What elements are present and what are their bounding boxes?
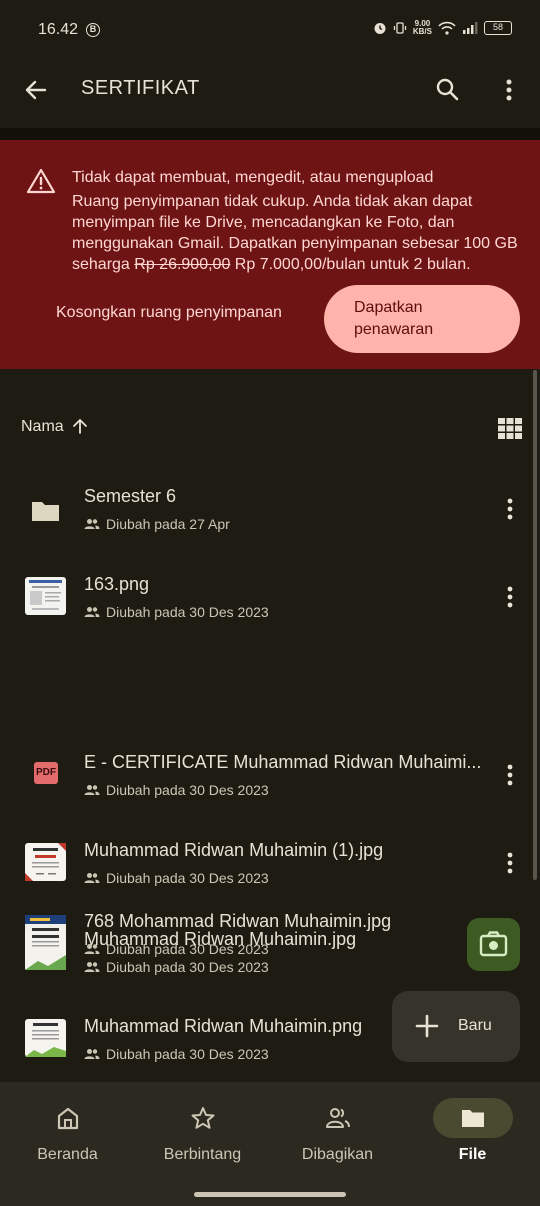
modified-date: Diubah pada 30 Des 2023 — [106, 604, 269, 620]
file-meta: Diubah pada 30 Des 2023 — [84, 870, 269, 886]
more-vert-icon[interactable] — [499, 582, 521, 612]
list-item[interactable]: PDF E - CERTIFICATE Muhammad Ridwan Muha… — [0, 738, 540, 818]
gesture-home-indicator[interactable] — [194, 1192, 346, 1197]
network-speed-unit: KB/S — [412, 27, 432, 36]
more-vert-icon[interactable] — [499, 760, 521, 790]
divider-strip — [0, 128, 540, 140]
pdf-icon: PDF — [34, 762, 58, 784]
nav-item-home[interactable]: Beranda — [0, 1082, 135, 1182]
wifi-icon — [438, 21, 456, 35]
free-up-space-button[interactable]: Kosongkan ruang penyimpanan — [56, 304, 282, 322]
scan-camera-button[interactable] — [467, 918, 520, 971]
back-button[interactable] — [18, 72, 54, 108]
file-meta: Diubah pada 30 Des 2023 — [84, 959, 269, 975]
file-meta: Diubah pada 30 Des 2023 — [84, 1046, 269, 1062]
shared-people-icon — [84, 1049, 100, 1059]
nav-label: Berbintang — [163, 1146, 242, 1163]
list-item[interactable]: 163.png Diubah pada 30 Des 2023 — [0, 560, 540, 640]
alarm-icon — [374, 23, 386, 34]
modified-date: Diubah pada 30 Des 2023 — [106, 782, 269, 798]
image-thumbnail — [25, 577, 66, 615]
new-button[interactable]: Baru — [392, 991, 520, 1062]
file-meta: Diubah pada 30 Des 2023 — [84, 604, 269, 620]
banner-body-price: Rp 7.000,00/bulan untuk 2 bulan. — [230, 256, 471, 273]
bottom-navigation: Beranda Berbintang Dibagikan File — [0, 1082, 540, 1206]
shared-people-icon — [84, 519, 100, 529]
more-vert-icon[interactable] — [499, 848, 521, 878]
file-name: Muhammad Ridwan Muhaimin (1).jpg — [84, 840, 384, 860]
nav-item-starred[interactable]: Berbintang — [135, 1082, 270, 1182]
file-name: Muhammad Ridwan Muhaimin.jpg — [84, 929, 357, 949]
nav-icon-container — [163, 1098, 243, 1138]
status-time: 16.42 — [38, 21, 79, 38]
home-icon — [57, 1107, 78, 1130]
list-item[interactable]: Semester 6 Diubah pada 27 Apr — [0, 470, 540, 550]
nav-item-shared[interactable]: Dibagikan — [270, 1082, 405, 1182]
vibrate-icon — [393, 22, 407, 34]
nav-icon-container — [28, 1098, 108, 1138]
shared-icon — [325, 1108, 350, 1128]
arrow-up-icon[interactable] — [70, 416, 90, 436]
nav-label: Beranda — [37, 1146, 98, 1163]
modified-date: Diubah pada 27 Apr — [106, 516, 230, 532]
pdf-badge: PDF — [36, 767, 56, 778]
star-icon — [191, 1107, 214, 1129]
get-offer-button[interactable]: Dapatkan penawaran — [324, 285, 520, 353]
signal-icon — [463, 22, 478, 34]
modified-date: Diubah pada 30 Des 2023 — [106, 959, 269, 975]
shared-people-icon — [84, 962, 100, 972]
modified-date: Diubah pada 30 Des 2023 — [106, 1046, 269, 1062]
network-speed: 9.00 KB/S — [413, 20, 432, 36]
get-offer-label: Dapatkan penawaran — [354, 299, 434, 338]
sort-by-name-button[interactable]: Nama — [21, 418, 64, 436]
old-price: Rp 26.900,00 — [134, 256, 231, 273]
banner-body: Ruang penyimpanan tidak cukup. Anda tida… — [72, 191, 524, 275]
file-name: Semester 6 — [84, 486, 177, 506]
arrow-back-icon — [25, 80, 47, 100]
shared-people-icon — [84, 607, 100, 617]
camera-icon — [479, 931, 508, 957]
nav-icon-container — [298, 1098, 378, 1138]
notification-b-icon: B — [86, 23, 100, 37]
file-name: 163.png — [84, 574, 150, 594]
file-meta: Diubah pada 30 Des 2023 — [84, 782, 269, 798]
app-bar: SERTIFIKAT — [0, 60, 540, 120]
list-item[interactable]: Muhammad Ridwan Muhaimin (1).jpg Diubah … — [0, 826, 540, 906]
storage-warning-banner: Tidak dapat membuat, mengedit, atau meng… — [0, 140, 540, 369]
nav-label: File — [458, 1146, 487, 1163]
page-title: SERTIFIKAT — [81, 77, 200, 99]
shared-people-icon — [84, 873, 100, 883]
file-meta: Diubah pada 27 Apr — [84, 516, 230, 532]
more-options-button[interactable] — [492, 72, 528, 108]
new-button-label: Baru — [458, 1017, 492, 1034]
nav-label: Dibagikan — [301, 1146, 374, 1163]
search-button[interactable] — [430, 72, 466, 108]
grid-view-icon[interactable] — [497, 417, 523, 439]
sort-row: Nama — [0, 410, 540, 446]
folder-icon — [32, 502, 59, 521]
file-name: Muhammad Ridwan Muhaimin.png — [84, 1016, 363, 1036]
image-thumbnail — [25, 843, 66, 881]
image-thumbnail — [25, 932, 66, 970]
more-vert-icon[interactable] — [499, 494, 521, 524]
search-icon — [436, 78, 459, 101]
status-bar: 16.42 B 9.00 KB/S 58 — [0, 0, 540, 60]
warning-icon — [26, 168, 56, 194]
more-vert-icon — [506, 79, 512, 101]
nav-item-files[interactable]: File — [405, 1082, 540, 1182]
plus-icon — [415, 1014, 439, 1038]
image-thumbnail — [25, 1019, 66, 1057]
modified-date: Diubah pada 30 Des 2023 — [106, 870, 269, 886]
banner-title: Tidak dapat membuat, mengedit, atau meng… — [72, 169, 434, 186]
file-name: E - CERTIFICATE Muhammad Ridwan Muhaimi.… — [84, 752, 482, 772]
folder-icon — [461, 1110, 484, 1127]
status-icons: 9.00 KB/S 58 — [373, 20, 512, 36]
nav-icon-container — [432, 1098, 513, 1138]
shared-people-icon — [84, 785, 100, 795]
battery-icon: 58 — [484, 21, 512, 35]
